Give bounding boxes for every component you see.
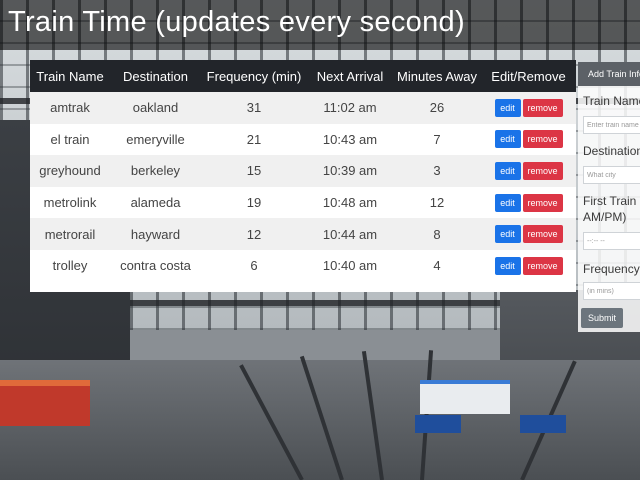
cell-train-name: metrolink xyxy=(30,186,110,219)
table-row: trolley contra costa 6 10:40 am 4 edit re… xyxy=(30,249,576,282)
remove-button[interactable]: remove xyxy=(522,256,563,275)
table-row: el train emeryville 21 10:43 am 7 edit re… xyxy=(30,123,576,156)
frequency-label: Frequency xyxy=(583,262,640,276)
remove-button[interactable]: remove xyxy=(522,225,563,244)
cell-frequency: 6 xyxy=(201,249,307,282)
bg-train xyxy=(0,380,90,426)
cell-actions: edit remove xyxy=(481,218,576,250)
cell-destination: oakland xyxy=(110,92,201,124)
column-header-destination: Destination xyxy=(110,60,201,92)
add-train-header: Add Train Info xyxy=(578,62,640,86)
cell-frequency: 31 xyxy=(201,92,307,124)
table-row: metrorail hayward 12 10:44 am 8 edit remo… xyxy=(30,218,576,250)
cell-next-arrival: 10:40 am xyxy=(307,249,393,282)
cell-actions: edit remove xyxy=(481,155,576,187)
train-schedule-table: Train Name Destination Frequency (min) N… xyxy=(30,60,576,282)
first-train-time-input[interactable] xyxy=(583,232,640,250)
edit-button[interactable]: edit xyxy=(494,161,521,180)
cell-destination: berkeley xyxy=(110,155,201,187)
cell-minutes-away: 8 xyxy=(393,218,481,250)
cell-next-arrival: 10:48 am xyxy=(307,186,393,219)
frequency-input[interactable] xyxy=(583,282,640,300)
edit-button[interactable]: edit xyxy=(494,193,521,212)
train-schedule-panel: Train Name Destination Frequency (min) N… xyxy=(30,60,576,292)
cell-actions: edit remove xyxy=(481,123,576,156)
bg-sign xyxy=(415,415,461,433)
bg-sign xyxy=(520,415,566,433)
cell-actions: edit remove xyxy=(481,92,576,124)
table-row: greyhound berkeley 15 10:39 am 3 edit rem… xyxy=(30,155,576,187)
cell-actions: edit remove xyxy=(481,249,576,282)
cell-next-arrival: 10:43 am xyxy=(307,123,393,156)
column-header-edit-remove: Edit/Remove xyxy=(481,60,576,92)
cell-destination: emeryville xyxy=(110,123,201,156)
cell-destination: contra costa xyxy=(110,249,201,282)
cell-frequency: 15 xyxy=(201,155,307,187)
cell-minutes-away: 7 xyxy=(393,123,481,156)
edit-button[interactable]: edit xyxy=(494,256,521,275)
cell-frequency: 19 xyxy=(201,186,307,219)
cell-train-name: el train xyxy=(30,123,110,156)
cell-train-name: greyhound xyxy=(30,155,110,187)
cell-train-name: amtrak xyxy=(30,92,110,124)
cell-next-arrival: 11:02 am xyxy=(307,92,393,124)
cell-next-arrival: 10:44 am xyxy=(307,218,393,250)
column-header-train-name: Train Name xyxy=(30,60,110,92)
title-bar: Train Time (updates every second) xyxy=(0,0,640,50)
cell-destination: hayward xyxy=(110,218,201,250)
page-title: Train Time (updates every second) xyxy=(8,6,465,38)
cell-minutes-away: 12 xyxy=(393,186,481,219)
edit-button[interactable]: edit xyxy=(494,98,521,117)
cell-train-name: trolley xyxy=(30,249,110,282)
cell-frequency: 12 xyxy=(201,218,307,250)
add-train-form: Train Name Destination First Train AM/PM… xyxy=(578,86,640,332)
cell-frequency: 21 xyxy=(201,123,307,156)
column-header-frequency: Frequency (min) xyxy=(201,60,307,92)
train-name-input[interactable] xyxy=(583,116,640,134)
table-header-row: Train Name Destination Frequency (min) N… xyxy=(30,60,576,92)
cell-minutes-away: 26 xyxy=(393,92,481,124)
submit-button[interactable]: Submit xyxy=(581,308,623,328)
first-train-label-ampm: AM/PM) xyxy=(583,210,627,224)
cell-next-arrival: 10:39 am xyxy=(307,155,393,187)
cell-train-name: metrorail xyxy=(30,218,110,250)
first-train-label: First Train xyxy=(583,194,637,208)
add-train-panel: Add Train Info Train Name Destination Fi… xyxy=(578,62,640,332)
train-name-label: Train Name xyxy=(583,94,640,108)
remove-button[interactable]: remove xyxy=(522,98,563,117)
table-row: metrolink alameda 19 10:48 am 12 edit rem… xyxy=(30,186,576,219)
edit-button[interactable]: edit xyxy=(494,130,521,149)
cell-minutes-away: 3 xyxy=(393,155,481,187)
remove-button[interactable]: remove xyxy=(522,193,563,212)
destination-input[interactable] xyxy=(583,166,640,184)
edit-button[interactable]: edit xyxy=(494,225,521,244)
remove-button[interactable]: remove xyxy=(522,130,563,149)
bg-train xyxy=(420,380,510,414)
column-header-minutes-away: Minutes Away xyxy=(393,60,481,92)
cell-minutes-away: 4 xyxy=(393,249,481,282)
table-row: amtrak oakland 31 11:02 am 26 edit remove xyxy=(30,92,576,124)
cell-actions: edit remove xyxy=(481,186,576,219)
destination-label: Destination xyxy=(583,144,640,158)
app-window: Train Time (updates every second) Train … xyxy=(0,0,640,480)
column-header-next-arrival: Next Arrival xyxy=(307,60,393,92)
remove-button[interactable]: remove xyxy=(522,161,563,180)
cell-destination: alameda xyxy=(110,186,201,219)
